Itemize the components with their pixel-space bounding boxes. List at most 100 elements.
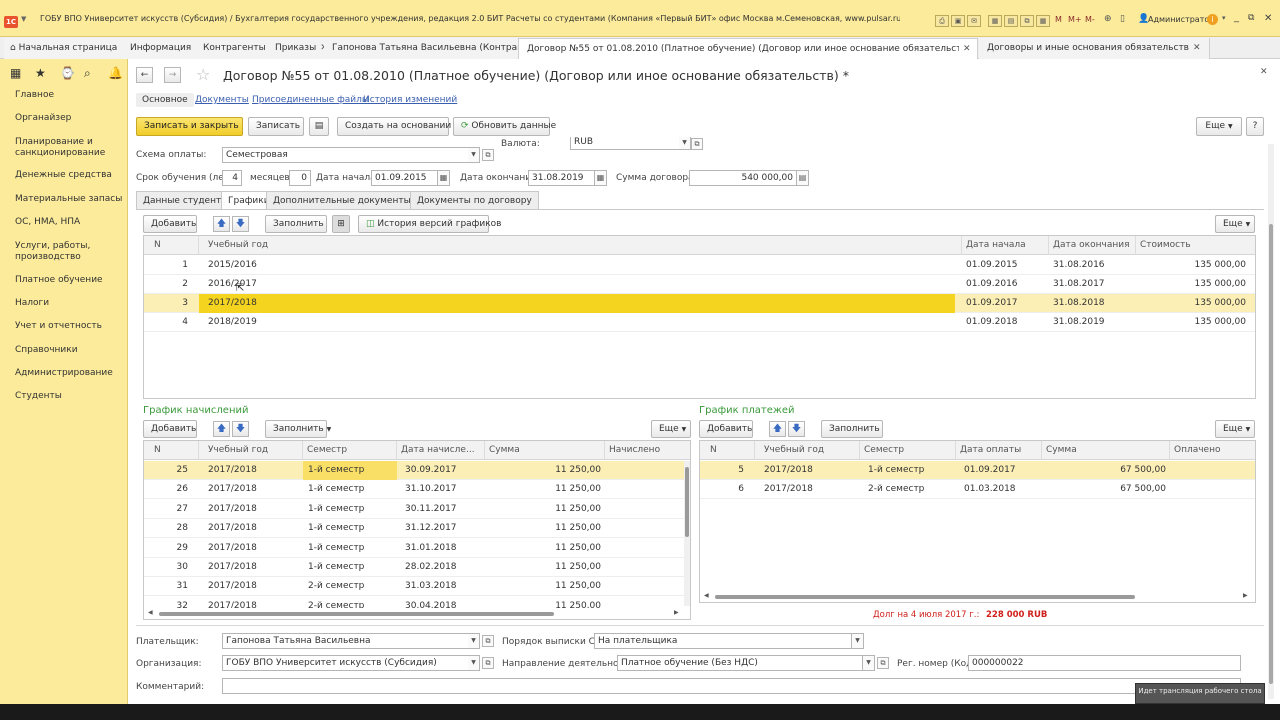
table-row[interactable]: 2 2016/2017 01.09.2016 31.08.2017 135 00… [144, 275, 1255, 294]
column-header[interactable]: N [144, 441, 199, 460]
table-row[interactable]: 25 2017/2018 1-й семестр 30.09.2017 11 250,0… [144, 461, 690, 480]
help-button[interactable]: ? [1246, 117, 1264, 136]
favorite-star-icon[interactable]: ☆ [196, 65, 210, 84]
open-link-icon[interactable]: ⧉ [691, 138, 703, 150]
scrollbar-thumb[interactable] [715, 595, 1135, 599]
add-year-button[interactable]: Добавить [143, 215, 197, 233]
form-vertical-scrollbar[interactable] [1268, 144, 1274, 699]
payments-more-button[interactable]: Еще ▼ [1215, 420, 1255, 438]
column-header[interactable]: Начислено [605, 441, 690, 460]
scroll-right-icon[interactable]: ▶ [674, 609, 679, 616]
move-down-icon[interactable]: 🡇 [232, 216, 249, 232]
open-link-icon[interactable]: ⧉ [482, 635, 494, 647]
table-row[interactable]: 26 2017/2018 1-й семестр 31.10.2017 11 250,0… [144, 480, 690, 500]
column-header[interactable]: Дата начисле... [397, 441, 485, 460]
user-name[interactable]: Администратор [1148, 15, 1214, 24]
sidebar-item-planning[interactable]: Планирование и санкционирование [15, 137, 125, 159]
minimize-icon[interactable]: _ [1234, 12, 1239, 23]
create-based-on-button[interactable]: Создать на основании ▼ [337, 117, 459, 136]
open-link-icon[interactable]: ⧉ [877, 657, 889, 669]
table-row[interactable]: 31 2017/2018 2-й семестр 31.03.2018 11 250,0… [144, 577, 690, 597]
refresh-data-button[interactable]: ⟳ Обновить данные [453, 117, 556, 136]
scroll-left-icon[interactable]: ◀ [148, 609, 153, 616]
nav-link-attached-files[interactable]: Присоединенные файлы [252, 95, 369, 105]
fill-payments-button[interactable]: Заполнить [821, 420, 883, 438]
sidebar-item-administration[interactable]: Администрирование [15, 368, 125, 379]
end-date-field[interactable]: 31.08.2019 [528, 170, 595, 186]
nav-link-history[interactable]: История изменений [363, 95, 457, 105]
sidebar-item-main[interactable]: Главное [15, 90, 125, 101]
save-button[interactable]: Записать [248, 117, 304, 136]
favorites-star-icon[interactable]: ★ [35, 66, 46, 80]
table-icon[interactable]: ▦ [1036, 15, 1050, 27]
print-icon[interactable]: ⎙ [935, 15, 949, 27]
apps-grid-icon[interactable]: ▦ [10, 66, 21, 80]
organization-dropdown[interactable]: ▼ [468, 655, 480, 671]
column-header[interactable]: Дата оплаты [956, 441, 1042, 460]
calculator-icon[interactable]: ▤ [1004, 15, 1018, 27]
calendar-icon[interactable]: ▦ [438, 170, 450, 186]
close-tab-icon[interactable]: ✕ [1193, 43, 1201, 53]
move-up-icon[interactable]: 🡅 [769, 421, 786, 437]
column-header[interactable]: Стоимость [1136, 236, 1255, 255]
table-row-selected[interactable]: 3 2017/2018 01.09.2017 31.08.2018 135 00… [144, 294, 1255, 313]
mail-icon[interactable]: ✉ [967, 15, 981, 27]
column-header[interactable]: Сумма [1042, 441, 1170, 460]
invoice-order-dropdown[interactable]: ▼ [852, 633, 864, 649]
sidebar-item-taxes[interactable]: Налоги [15, 298, 125, 309]
activity-field[interactable]: Платное обучение (Без НДС) [617, 655, 863, 671]
zoom-icon[interactable]: ⊕ [1104, 14, 1112, 24]
column-header[interactable]: Учебный год [755, 441, 860, 460]
calendar-icon[interactable]: ▦ [988, 15, 1002, 27]
forward-arrow-icon[interactable]: → [164, 67, 181, 83]
move-down-icon[interactable]: 🡇 [232, 421, 249, 437]
contract-sum-field[interactable]: 540 000,00 [689, 170, 797, 186]
sidebar-item-references[interactable]: Справочники [15, 345, 125, 356]
sidebar-item-paid-education[interactable]: Платное обучение [15, 275, 125, 286]
column-header[interactable]: N [144, 236, 199, 255]
scrollbar-thumb[interactable] [685, 467, 689, 537]
memory-mminus-icon[interactable]: M- [1085, 15, 1095, 24]
months-field[interactable]: 0 [289, 170, 311, 186]
table-row[interactable]: 28 2017/2018 1-й семестр 31.12.2017 11 250,0… [144, 519, 690, 539]
open-link-icon[interactable]: ⧉ [482, 657, 494, 669]
column-header[interactable]: Сумма [485, 441, 605, 460]
close-tab-icon[interactable]: ✕ [963, 44, 971, 54]
notifications-bell-icon[interactable]: 🔔 [108, 66, 123, 80]
chevron-down-icon[interactable]: ▾ [1222, 14, 1226, 22]
scroll-left-icon[interactable]: ◀ [704, 592, 709, 599]
save-and-close-button[interactable]: Записать и закрыть [136, 117, 243, 136]
sidebar-item-services[interactable]: Услуги, работы, производство [15, 241, 125, 263]
copy-icon[interactable]: ⧉ [1020, 15, 1034, 27]
scrollbar-thumb[interactable] [159, 612, 554, 616]
move-up-icon[interactable]: 🡅 [213, 421, 230, 437]
payer-dropdown[interactable]: ▼ [468, 633, 480, 649]
term-years-field[interactable]: 4 [222, 170, 242, 186]
horizontal-scrollbar[interactable]: ◀ ▶ [700, 591, 1255, 602]
reg-number-field[interactable]: 000000022 [968, 655, 1241, 671]
close-icon[interactable]: ✕ [1264, 13, 1272, 24]
close-form-icon[interactable]: ✕ [1260, 67, 1268, 77]
currency-dropdown[interactable]: ▼ [679, 137, 691, 150]
currency-field[interactable]: RUB [570, 137, 680, 150]
vertical-scrollbar[interactable] [684, 461, 690, 606]
calculator-icon[interactable]: ▤ [797, 170, 809, 186]
scrollbar-thumb[interactable] [1269, 224, 1273, 684]
tab-home[interactable]: ⌂ Начальная страница [4, 38, 127, 59]
tab-contract[interactable]: Договор №55 от 01.08.2010 (Платное обуче… [518, 38, 978, 59]
table-row[interactable]: 27 2017/2018 1-й семестр 30.11.2017 11 250,0… [144, 500, 690, 519]
column-header[interactable]: Учебный год [199, 441, 303, 460]
organization-field[interactable]: ГОБУ ВПО Университет искусств (Субсидия) [222, 655, 469, 671]
search-icon[interactable]: ⌕ [84, 66, 91, 81]
sidebar-item-materials[interactable]: Материальные запасы [15, 194, 125, 205]
sidebar-item-money[interactable]: Денежные средства [15, 170, 125, 181]
table-row[interactable]: 1 2015/2016 01.09.2015 31.08.2016 135 00… [144, 256, 1255, 275]
table-row[interactable]: 29 2017/2018 1-й семестр 31.01.2018 11 250,0… [144, 539, 690, 558]
subtab-contract-documents[interactable]: Документы по договору [410, 191, 539, 210]
activity-dropdown[interactable]: ▼ [863, 655, 875, 671]
subtab-student-data[interactable]: Данные студента [136, 191, 234, 210]
back-arrow-icon[interactable]: ← [136, 67, 153, 83]
fill-schedule-button[interactable]: Заполнить [265, 215, 327, 233]
move-down-icon[interactable]: 🡇 [788, 421, 805, 437]
payer-field[interactable]: Гапонова Татьяна Васильевна [222, 633, 469, 649]
